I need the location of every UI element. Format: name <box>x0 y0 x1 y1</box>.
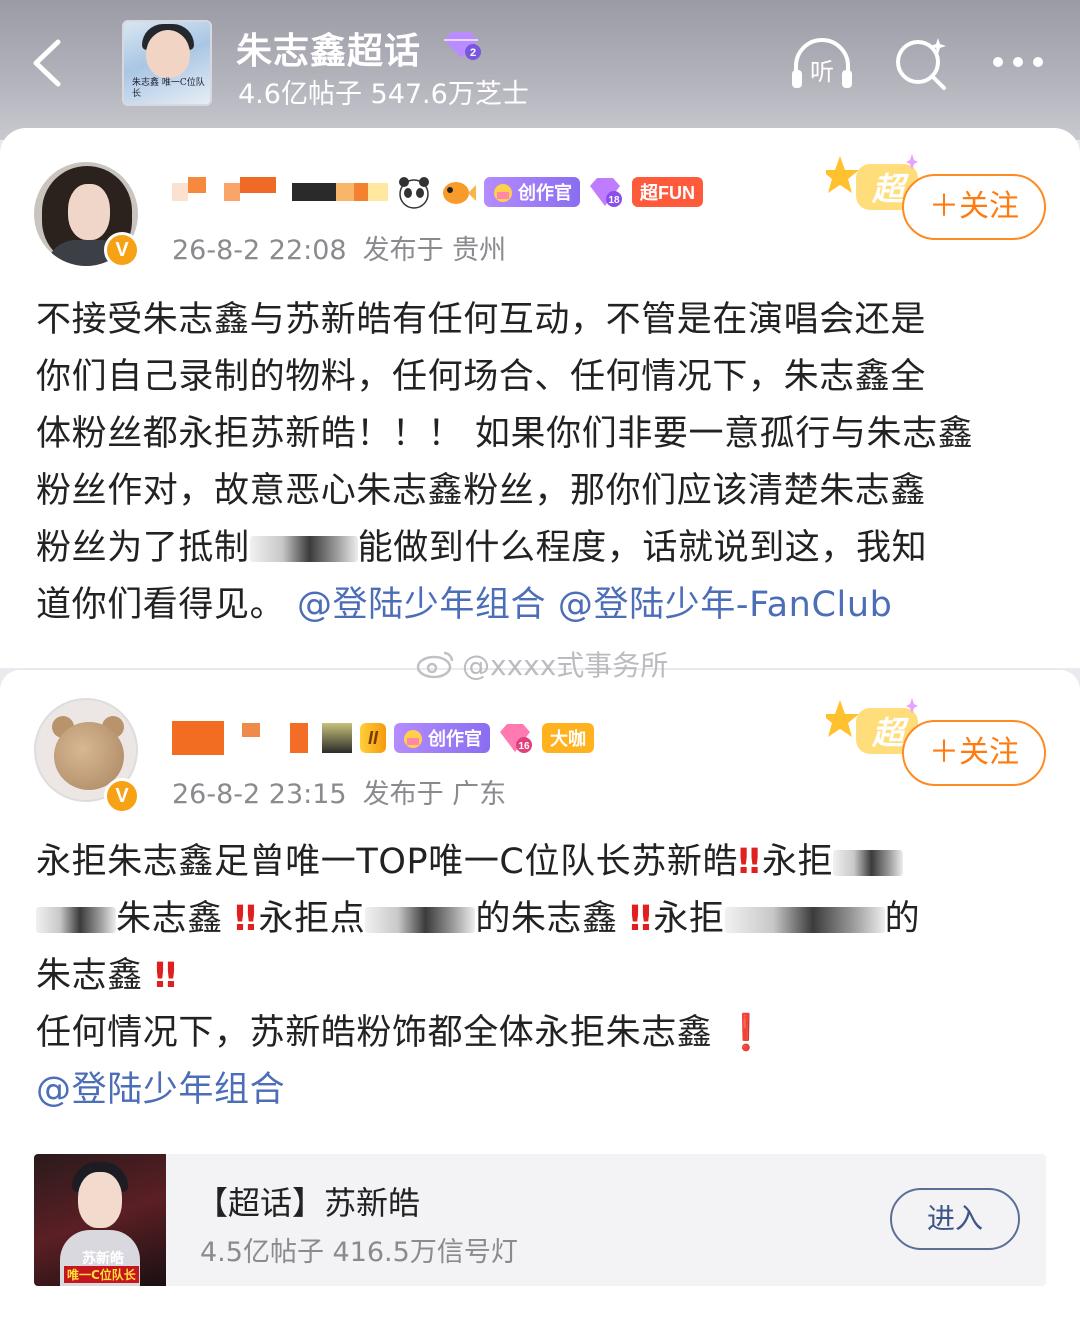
post-text-segment: 永拒 <box>762 842 834 882</box>
topic-stats: 4.6亿帖子 547.6万芝士 <box>238 79 529 110</box>
post-line: 你们自己录制的物料，任何场合、任何情况下，朱志鑫全 <box>36 357 927 397</box>
post-line: @登陆少年组合 <box>36 1062 1026 1119</box>
listen-label: 听 <box>810 58 834 86</box>
redacted-text <box>833 850 904 876</box>
post-text-segment: 的朱志鑫 <box>475 899 618 939</box>
post-text-segment: 粉丝为了抵制 <box>36 528 250 568</box>
double-exclamation-icon: ‼ <box>234 899 257 939</box>
mention-link[interactable]: @登陆少年-FanClub <box>558 585 893 625</box>
post-location: 发布于 广东 <box>362 779 507 810</box>
post-line: 任何情况下，苏新皓粉饰都全体永拒朱志鑫 ❗ <box>36 1005 1026 1062</box>
post-location: 发布于 贵州 <box>362 235 507 266</box>
double-exclamation-icon: ‼ <box>154 956 177 996</box>
level-gem-icon: 18 <box>590 178 622 207</box>
follow-button[interactable]: ＋关注 <box>902 720 1046 786</box>
enter-button[interactable]: 进入 <box>890 1188 1020 1250</box>
post-line: 体粉丝都永拒苏新皓！！！ 如果你们非要一意孤行与朱志鑫 <box>36 414 974 454</box>
redacted-text <box>249 536 358 562</box>
creator-badge-label: 创作官 <box>428 729 483 749</box>
thumb-face <box>146 30 190 78</box>
post-line: 粉丝作对，故意恶心朱志鑫粉丝，那你们应该清楚朱志鑫 <box>36 471 927 511</box>
mention-link[interactable]: @登陆少年组合 <box>36 1070 285 1110</box>
post-meta: 26-8-2 23:15 发布于 广东 <box>172 772 506 811</box>
level-badge: II <box>360 723 387 753</box>
watermark: @xxxx式事务所 <box>416 644 668 684</box>
post-line: 永拒朱志鑫足曾唯一TOP唯一C位队长苏新皓‼ 永拒 <box>36 834 1026 891</box>
panda-icon <box>399 177 429 209</box>
level-number: 16 <box>518 741 530 752</box>
follow-button[interactable]: ＋关注 <box>902 174 1046 240</box>
double-exclamation-icon: ‼ <box>629 899 651 939</box>
search-icon[interactable] <box>890 36 954 92</box>
level-number: 18 <box>608 195 620 206</box>
post-time: 26-8-2 23:15 <box>172 779 347 810</box>
more-icon[interactable] <box>988 36 1052 92</box>
creator-badge: 创作官 <box>394 723 491 753</box>
thumb-face <box>78 1172 122 1228</box>
post-body: 永拒朱志鑫足曾唯一TOP唯一C位队长苏新皓‼ 永拒 朱志鑫 ‼ 永拒点 的朱志鑫 ‼ 永… <box>36 834 1026 1119</box>
verified-badge: V <box>104 232 140 268</box>
back-icon[interactable] <box>26 38 70 88</box>
post-text-segment: 能做到什么程度，话就说到这，我知 <box>357 528 928 568</box>
topic-card-thumbnail: 苏新皓 唯一C位队长 <box>34 1154 166 1286</box>
redacted-text <box>724 907 885 933</box>
creator-badge-label: 创作官 <box>518 183 572 203</box>
redacted-text <box>36 907 116 933</box>
post-text-segment: 永拒 <box>653 899 725 939</box>
post-text-segment: 任何情况下，苏新皓粉饰都全体永拒朱志鑫 <box>36 1013 713 1053</box>
topic-title[interactable]: 朱志鑫超话 <box>236 22 421 74</box>
post-time: 26-8-2 22:08 <box>172 235 347 266</box>
user-name-row: 创作官 18 超FUN <box>172 172 703 212</box>
weibo-logo-icon <box>416 651 454 679</box>
thumb-caption: 朱志鑫 唯一C位队长 <box>132 78 205 99</box>
post-line: 粉丝为了抵制 能做到什么程度，话就说到这，我知 <box>36 520 1026 577</box>
post-text-segment: 朱志鑫 <box>116 899 223 939</box>
exclamation-icon: ❗ <box>724 1013 769 1053</box>
post-text-segment: 道你们看得见。 <box>36 585 286 625</box>
post-line: 朱志鑫 ‼ 永拒点 的朱志鑫 ‼ 永拒的 <box>36 891 1026 948</box>
post-text-segment: 永拒点 <box>258 899 366 939</box>
post-text-segment: 永拒朱志鑫足曾唯一TOP唯一C位队长苏新皓 <box>36 842 739 882</box>
creator-cake-icon <box>494 184 512 202</box>
topic-level-number: 2 <box>470 47 476 59</box>
post-meta: 26-8-2 22:08 发布于 贵州 <box>172 228 506 267</box>
mention-link[interactable]: @登陆少年组合 <box>297 585 546 625</box>
watermark-text: @xxxx式事务所 <box>462 649 669 682</box>
avatar-face <box>68 184 110 240</box>
topic-card-title: 【超话】苏新皓 <box>196 1184 421 1222</box>
post-line: 不接受朱志鑫与苏新皓有任何互动，不管是在演唱会还是 <box>36 300 927 340</box>
big-shot-badge: 大咖 <box>542 723 595 753</box>
thumb-subtitle: 唯一C位队长 <box>64 1266 139 1283</box>
user-name-row: II 创作官 16 大咖 <box>172 718 595 758</box>
topic-level-gem-icon: 2 <box>444 32 481 60</box>
post-body: 不接受朱志鑫与苏新皓有任何互动，不管是在演唱会还是 你们自己录制的物料，任何场合… <box>36 292 1026 634</box>
topic-card-stats: 4.5亿帖子 416.5万信号灯 <box>200 1237 518 1268</box>
post-card-1: V 创作官 18 超FUN 26-8-2 22:08 发布于 贵州 超 ＋关注 … <box>0 128 1080 668</box>
post-text-segment: 的 <box>884 899 921 939</box>
redacted-username[interactable] <box>172 720 352 756</box>
top-bar: 朱志鑫 唯一C位队长 朱志鑫超话 2 4.6亿帖子 547.6万芝士 听 <box>0 0 1080 140</box>
post-text-segment: 朱志鑫 <box>36 956 143 996</box>
post-line: 朱志鑫 ‼ <box>36 948 1026 1005</box>
creator-badge: 创作官 <box>484 177 580 207</box>
listen-icon[interactable]: 听 <box>790 36 854 92</box>
goldfish-icon <box>443 182 476 204</box>
creator-cake-icon <box>404 730 423 748</box>
redacted-username[interactable] <box>172 174 388 210</box>
double-exclamation-icon: ‼ <box>738 842 760 882</box>
post-line: 道你们看得见。 @登陆少年组合 @登陆少年-FanClub <box>36 577 1026 634</box>
level-gem-icon: 16 <box>500 724 533 753</box>
topic-thumbnail[interactable]: 朱志鑫 唯一C位队长 <box>122 20 212 106</box>
thumb-name: 苏新皓 <box>82 1251 124 1267</box>
super-fun-badge: 超FUN <box>632 177 703 207</box>
super-topic-card[interactable]: 苏新皓 唯一C位队长 【超话】苏新皓 4.5亿帖子 416.5万信号灯 进入 <box>34 1154 1046 1286</box>
verified-badge: V <box>104 778 140 814</box>
redacted-text <box>365 907 476 933</box>
